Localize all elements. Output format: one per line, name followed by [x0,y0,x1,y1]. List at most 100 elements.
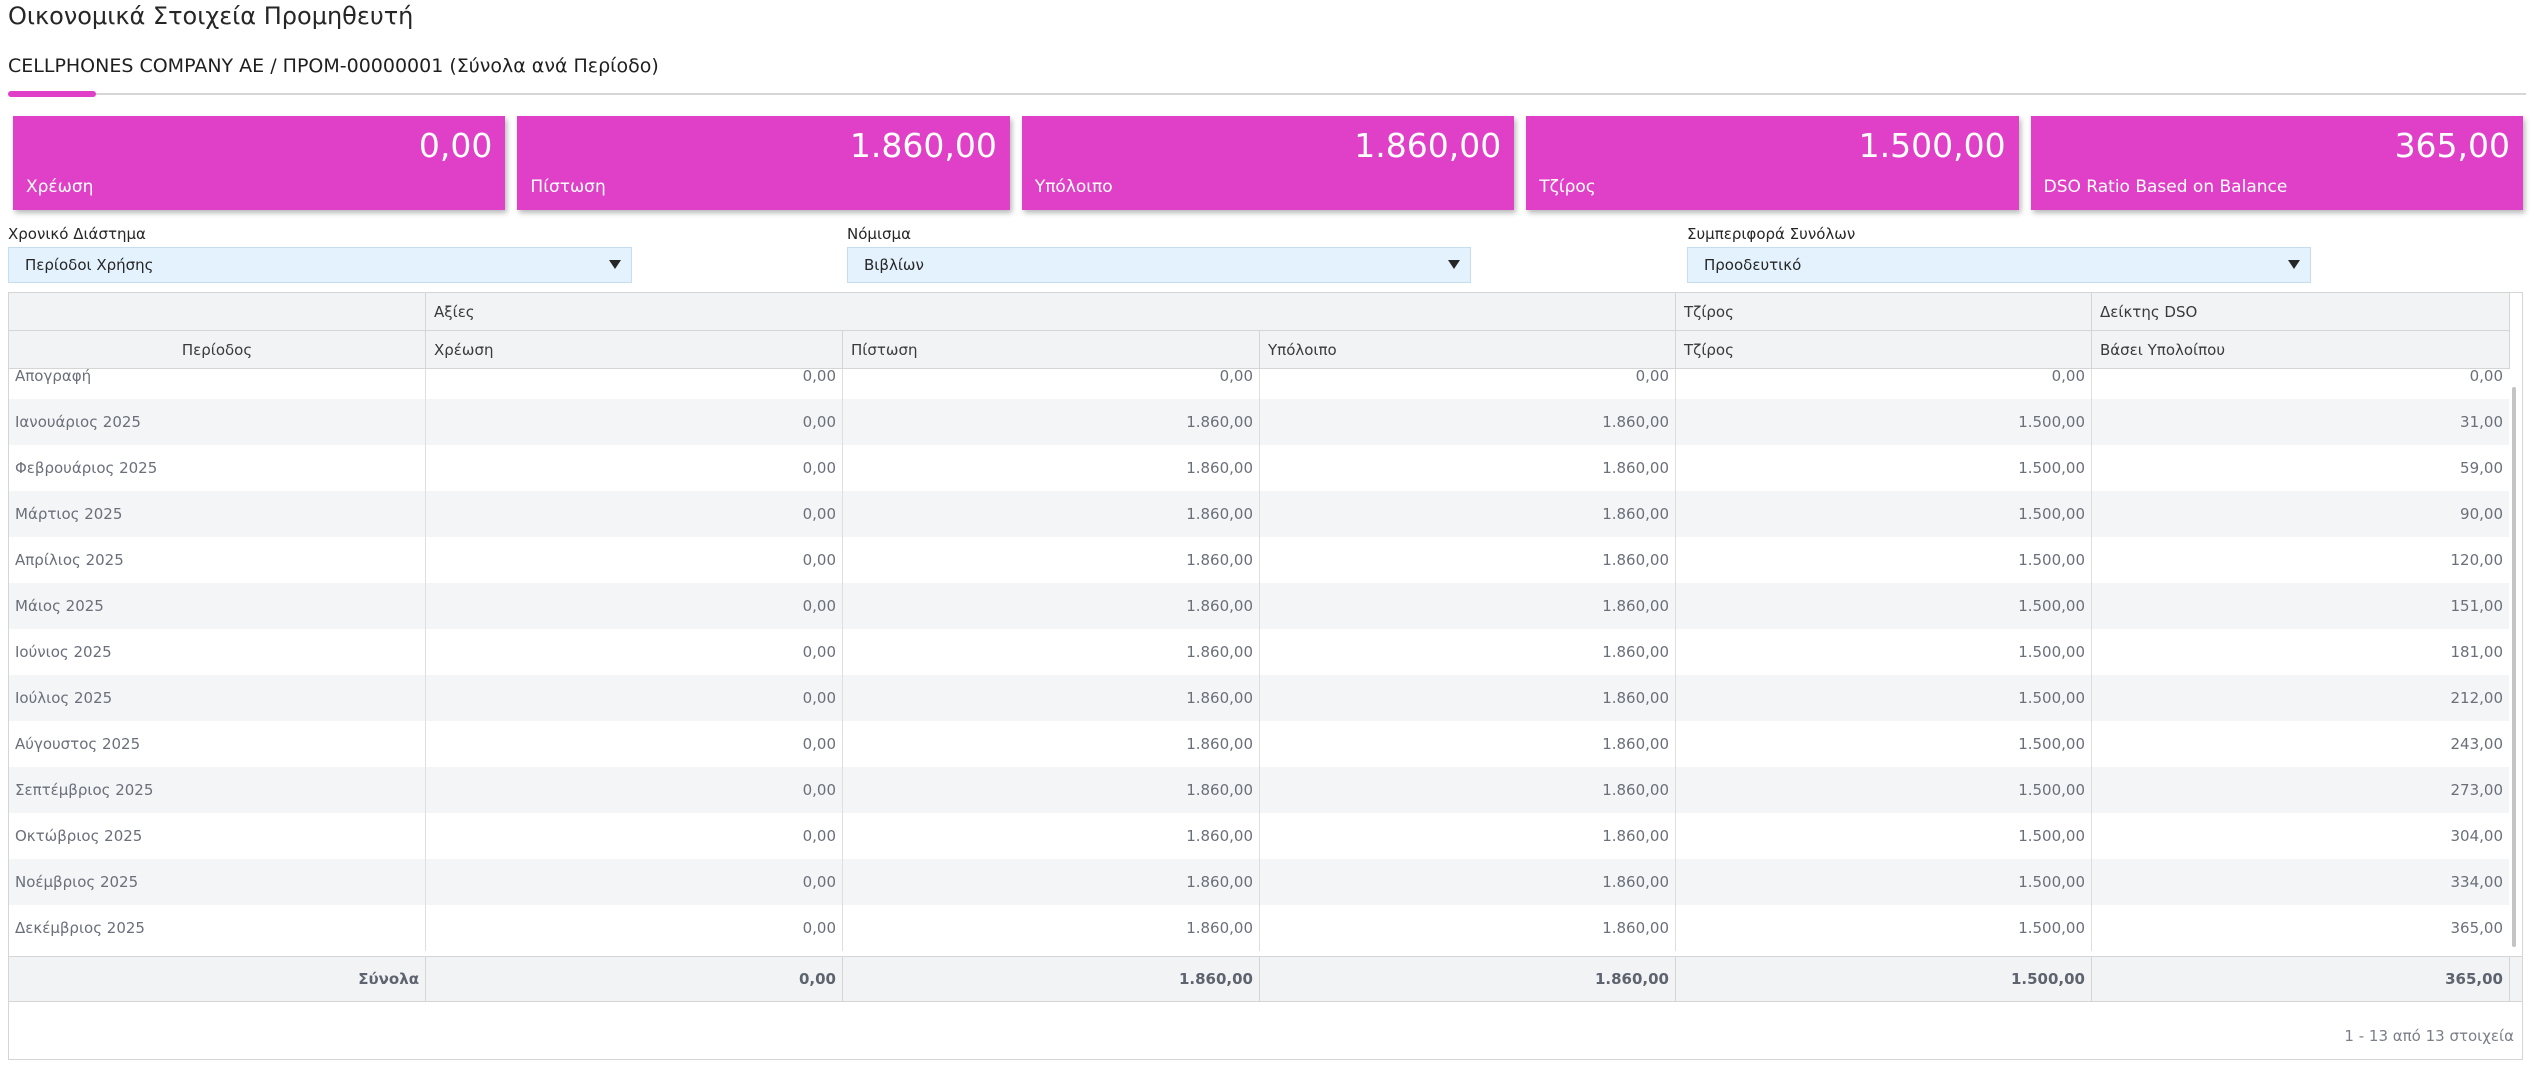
cell-dso: 90,00 [2092,491,2509,537]
cell-debit: 0,00 [426,445,843,491]
table-row[interactable]: Αύγουστος 2025 0,00 1.860,00 1.860,00 1.500,… [9,721,2509,767]
cell-credit: 1.860,00 [843,445,1260,491]
table-row[interactable]: Μάρτιος 2025 0,00 1.860,00 1.860,00 1.500,00… [9,491,2509,537]
cell-period: Μάιος 2025 [9,583,426,629]
col-header-turnover[interactable]: Τζίρος [1676,331,2092,368]
currency-select-value: Βιβλίων [864,256,924,274]
cell-period: Νοέμβριος 2025 [9,859,426,905]
cell-period: Μάρτιος 2025 [9,491,426,537]
cell-dso: 151,00 [2092,583,2509,629]
filter-period-label: Χρονικό Διάστημα [8,225,146,243]
card-debit-label: Χρέωση [26,177,94,197]
cell-balance: 1.860,00 [1260,813,1676,859]
col-header-credit[interactable]: Πίστωση [843,331,1260,368]
cell-debit: 0,00 [426,537,843,583]
cell-debit: 0,00 [426,369,843,399]
cell-turnover: 1.500,00 [1676,905,2092,951]
table-row[interactable]: Σεπτέμβριος 2025 0,00 1.860,00 1.860,00 1.50… [9,767,2509,813]
card-credit-value: 1.860,00 [849,126,997,165]
cell-dso: 365,00 [2092,905,2509,951]
dropdown-arrow-icon[interactable] [609,260,621,269]
cell-balance: 1.860,00 [1260,491,1676,537]
cell-dso: 59,00 [2092,445,2509,491]
dropdown-arrow-icon[interactable] [2288,260,2300,269]
vertical-scrollbar[interactable] [2512,387,2516,947]
card-debit-value: 0,00 [418,126,493,165]
table-row[interactable]: Ιούλιος 2025 0,00 1.860,00 1.860,00 1.500,00… [9,675,2509,721]
cell-period: Απογραφή [9,369,426,399]
cell-period: Απρίλιος 2025 [9,537,426,583]
cell-period: Οκτώβριος 2025 [9,813,426,859]
dropdown-arrow-icon[interactable] [1448,260,1460,269]
table-row[interactable]: Δεκέμβριος 2025 0,00 1.860,00 1.860,00 1.500… [9,905,2509,951]
card-dso-label: DSO Ratio Based on Balance [2043,177,2288,197]
cell-turnover: 1.500,00 [1676,813,2092,859]
card-balance-value: 1.860,00 [1354,126,1502,165]
table-row[interactable]: Μάιος 2025 0,00 1.860,00 1.860,00 1.500,00 15… [9,583,2509,629]
col-header-balance[interactable]: Υπόλοιπο [1260,331,1676,368]
totals-dso: 365,00 [2092,957,2510,1001]
totals-turnover: 1.500,00 [1676,957,2092,1001]
table-row[interactable]: Φεβρουάριος 2025 0,00 1.860,00 1.860,00 1.50… [9,445,2509,491]
cell-period: Δεκέμβριος 2025 [9,905,426,951]
cell-debit: 0,00 [426,399,843,445]
cell-credit: 0,00 [843,369,1260,399]
card-balance-label: Υπόλοιπο [1034,177,1113,197]
cell-turnover: 1.500,00 [1676,491,2092,537]
cell-turnover: 1.500,00 [1676,583,2092,629]
col-header-dso-balance[interactable]: Βάσει Υπολοίπου [2092,331,2510,368]
cell-dso: 304,00 [2092,813,2509,859]
card-credit-label: Πίστωση [530,177,606,197]
cell-balance: 1.860,00 [1260,445,1676,491]
cell-credit: 1.860,00 [843,859,1260,905]
cell-turnover: 1.500,00 [1676,721,2092,767]
card-turnover: 1.500,00 Τζίρος [1526,116,2019,210]
cell-dso: 31,00 [2092,399,2509,445]
grid-body: Απογραφή 0,00 0,00 0,00 0,00 0,00 Ιανουάριος 2… [9,369,2509,951]
table-row[interactable]: Νοέμβριος 2025 0,00 1.860,00 1.860,00 1.500,… [9,859,2509,905]
cell-debit: 0,00 [426,721,843,767]
summary-cards: 0,00 Χρέωση 1.860,00 Πίστωση 1.860,00 Υπ… [13,116,2524,210]
tab-title[interactable]: CELLPHONES COMPANY AE / ΠΡΟΜ-00000001 (Σ… [8,55,659,77]
cell-turnover: 1.500,00 [1676,859,2092,905]
cell-balance: 1.860,00 [1260,905,1676,951]
cell-debit: 0,00 [426,859,843,905]
cell-debit: 0,00 [426,491,843,537]
cell-credit: 1.860,00 [843,491,1260,537]
cell-period: Φεβρουάριος 2025 [9,445,426,491]
card-dso-value: 365,00 [2394,126,2511,165]
card-balance: 1.860,00 Υπόλοιπο [1021,116,1515,210]
totals-behavior-select[interactable]: Προοδευτικό [1687,247,2311,283]
card-turnover-label: Τζίρος [1539,177,1596,197]
currency-select[interactable]: Βιβλίων [847,247,1471,283]
group-header-turnover: Τζίρος [1676,293,2092,330]
table-row[interactable]: Ιανουάριος 2025 0,00 1.860,00 1.860,00 1.500… [9,399,2509,445]
table-row[interactable]: Οκτώβριος 2025 0,00 1.860,00 1.860,00 1.500,… [9,813,2509,859]
period-select-value: Περίοδοι Χρήσης [25,256,154,274]
totals-label: Σύνολα [9,957,426,1001]
cell-turnover: 1.500,00 [1676,537,2092,583]
cell-turnover: 1.500,00 [1676,675,2092,721]
group-header-dso: Δείκτης DSO [2092,293,2510,330]
group-header-empty [9,293,426,330]
period-select[interactable]: Περίοδοι Χρήσης [8,247,632,283]
cell-credit: 1.860,00 [843,537,1260,583]
table-row[interactable]: Ιούνιος 2025 0,00 1.860,00 1.860,00 1.500,00… [9,629,2509,675]
filter-currency-label: Νόμισμα [847,225,911,243]
cell-turnover: 1.500,00 [1676,399,2092,445]
col-header-period[interactable]: Περίοδος [9,331,426,368]
group-header-row: Αξίες Τζίρος Δείκτης DSO [9,293,2510,331]
cell-debit: 0,00 [426,767,843,813]
cell-balance: 1.860,00 [1260,629,1676,675]
cell-debit: 0,00 [426,675,843,721]
cell-dso: 0,00 [2092,369,2509,399]
table-row[interactable]: Απρίλιος 2025 0,00 1.860,00 1.860,00 1.500,0… [9,537,2509,583]
cell-period: Αύγουστος 2025 [9,721,426,767]
cell-credit: 1.860,00 [843,767,1260,813]
table-row[interactable]: Απογραφή 0,00 0,00 0,00 0,00 0,00 [9,369,2509,399]
filter-period: Χρονικό Διάστημα Περίοδοι Χρήσης [8,224,632,283]
cell-debit: 0,00 [426,629,843,675]
totals-credit: 1.860,00 [843,957,1260,1001]
cell-turnover: 1.500,00 [1676,629,2092,675]
col-header-debit[interactable]: Χρέωση [426,331,843,368]
